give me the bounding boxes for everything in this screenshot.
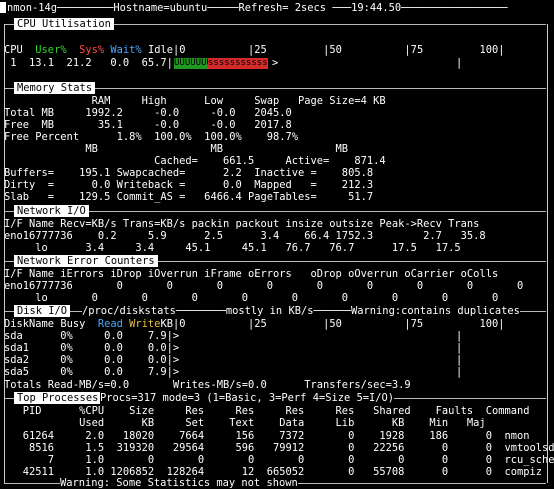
nmon-terminal: nmon-14g─────────Hostname=ubuntu─────Ref…	[0, 0, 554, 489]
app-name: nmon-14g	[7, 2, 58, 14]
clock-label: 19:44.50	[351, 2, 402, 14]
refresh-label: Refresh= 2secs	[238, 2, 327, 14]
text-cursor	[0, 2, 6, 13]
title-bar: nmon-14g─────────Hostname=ubuntu─────Ref…	[7, 2, 508, 14]
panel-side-borders	[4, 24, 548, 483]
hostname-label: Hostname=ubuntu	[113, 2, 208, 14]
